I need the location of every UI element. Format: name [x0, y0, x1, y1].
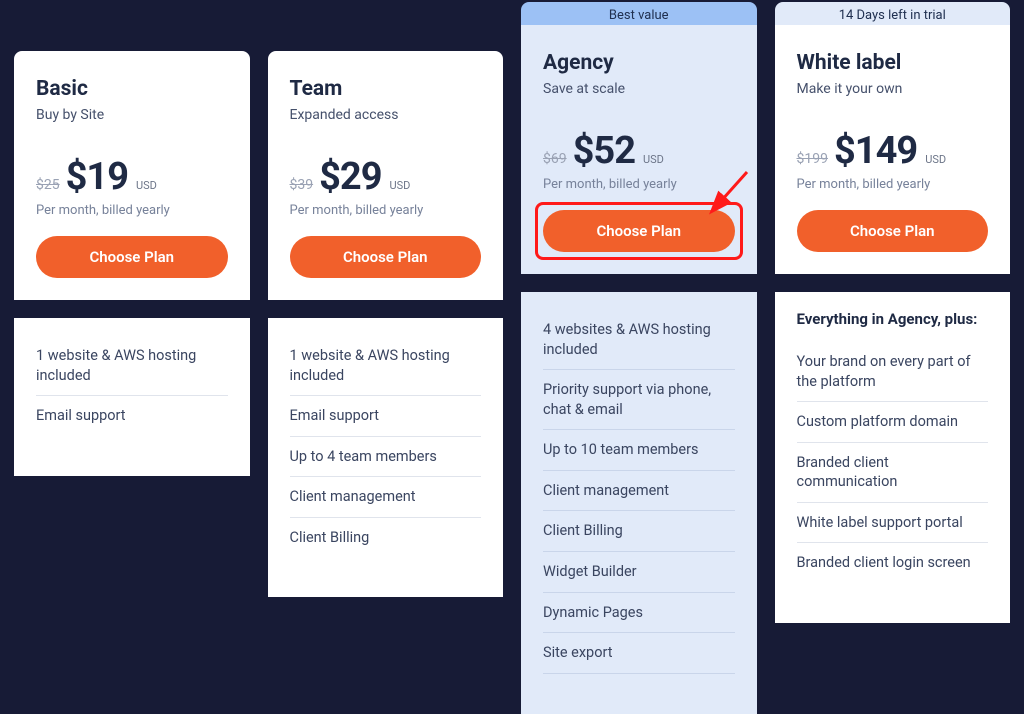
- plan-agency: Best value Agency Save at scale $69 $52 …: [521, 2, 757, 714]
- plan-basic: . Basic Buy by Site $25 $19 USD Per mont…: [14, 28, 250, 476]
- plan-header: Basic Buy by Site $25 $19 USD Per month,…: [14, 51, 250, 300]
- best-value-badge: Best value: [521, 2, 757, 25]
- pricing-grid: . Basic Buy by Site $25 $19 USD Per mont…: [0, 0, 1024, 714]
- plan-price: $19: [66, 155, 128, 199]
- feature-item: Client management: [290, 477, 482, 518]
- plan-old-price: $69: [543, 151, 567, 167]
- plan-old-price: $39: [290, 177, 314, 193]
- feature-item: Branded client communication: [797, 443, 989, 503]
- plan-name: Team: [290, 77, 482, 101]
- feature-item: Branded client login screen: [797, 543, 989, 583]
- plan-billing-note: Per month, billed yearly: [290, 203, 482, 218]
- trial-badge: 14 Days left in trial: [775, 2, 1011, 25]
- plan-price-row: $199 $149 USD: [797, 129, 989, 173]
- plan-currency: USD: [136, 179, 157, 192]
- feature-item: Site export: [543, 633, 735, 674]
- plan-old-price: $25: [36, 177, 60, 193]
- plan-subtitle: Expanded access: [290, 107, 482, 123]
- plan-header: Team Expanded access $39 $29 USD Per mon…: [268, 51, 504, 300]
- feature-item: Priority support via phone, chat & email: [543, 370, 735, 430]
- plan-price-row: $25 $19 USD: [36, 155, 228, 199]
- feature-item: Up to 10 team members: [543, 430, 735, 471]
- choose-plan-button[interactable]: Choose Plan: [797, 210, 989, 252]
- feature-item: Client management: [543, 471, 735, 512]
- plan-old-price: $199: [797, 151, 828, 167]
- feature-item: 1 website & AWS hosting included: [290, 336, 482, 396]
- features-heading: Everything in Agency, plus:: [797, 310, 989, 342]
- plan-header: Agency Save at scale $69 $52 USD Per mon…: [521, 25, 757, 274]
- feature-item: 4 websites & AWS hosting included: [543, 310, 735, 370]
- plan-white-label: 14 Days left in trial White label Make i…: [775, 2, 1011, 623]
- feature-item: Email support: [290, 396, 482, 437]
- feature-item: Email support: [36, 396, 228, 436]
- feature-item: Client Billing: [543, 511, 735, 552]
- plan-name: Basic: [36, 77, 228, 101]
- plan-billing-note: Per month, billed yearly: [543, 177, 735, 192]
- plan-name: White label: [797, 51, 989, 75]
- plan-features: Everything in Agency, plus: Your brand o…: [775, 292, 1011, 623]
- feature-item: Widget Builder: [543, 552, 735, 593]
- plan-billing-note: Per month, billed yearly: [36, 203, 228, 218]
- plan-billing-note: Per month, billed yearly: [797, 177, 989, 192]
- feature-item: Custom platform domain: [797, 402, 989, 443]
- feature-item: White label support portal: [797, 503, 989, 544]
- plan-price: $149: [834, 129, 917, 173]
- plan-features: 4 websites & AWS hosting included Priori…: [521, 292, 757, 714]
- plan-price: $52: [573, 129, 635, 173]
- feature-item: Dynamic Pages: [543, 593, 735, 634]
- plan-team: . Team Expanded access $39 $29 USD Per m…: [268, 28, 504, 597]
- plan-subtitle: Buy by Site: [36, 107, 228, 123]
- plan-subtitle: Save at scale: [543, 81, 735, 97]
- plan-subtitle: Make it your own: [797, 81, 989, 97]
- plan-features: 1 website & AWS hosting included Email s…: [268, 318, 504, 597]
- plan-features: 1 website & AWS hosting included Email s…: [14, 318, 250, 476]
- plan-price: $29: [319, 155, 381, 199]
- feature-item: Up to 4 team members: [290, 437, 482, 478]
- plan-currency: USD: [925, 153, 946, 166]
- plan-price-row: $39 $29 USD: [290, 155, 482, 199]
- feature-item: 1 website & AWS hosting included: [36, 336, 228, 396]
- plan-header: White label Make it your own $199 $149 U…: [775, 25, 1011, 274]
- plan-currency: USD: [643, 153, 664, 166]
- choose-plan-button[interactable]: Choose Plan: [290, 236, 482, 278]
- choose-plan-button[interactable]: Choose Plan: [36, 236, 228, 278]
- feature-item: Your brand on every part of the platform: [797, 342, 989, 402]
- plan-price-row: $69 $52 USD: [543, 129, 735, 173]
- feature-item: Client Billing: [290, 518, 482, 558]
- plan-name: Agency: [543, 51, 735, 75]
- plan-currency: USD: [390, 179, 411, 192]
- choose-plan-button[interactable]: Choose Plan: [543, 210, 735, 252]
